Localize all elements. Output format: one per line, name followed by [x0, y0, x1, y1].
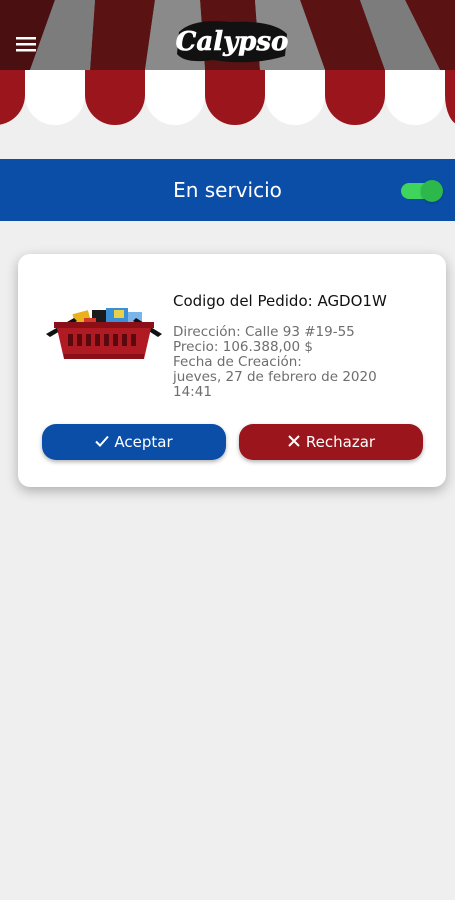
close-icon — [287, 425, 301, 447]
service-toggle[interactable] — [399, 180, 443, 202]
service-status-bar: En servicio — [0, 159, 455, 221]
check-icon — [95, 425, 110, 447]
calypso-logo: Calypso — [173, 12, 291, 70]
accept-button[interactable]: Aceptar — [42, 424, 226, 460]
toggle-knob — [421, 180, 443, 202]
order-code: Codigo del Pedido: AGDO1W — [173, 292, 387, 310]
reject-button-label: Rechazar — [305, 433, 376, 451]
order-details: Dirección: Calle 93 #19-55 Precio: 106.3… — [173, 325, 433, 400]
accept-button-label: Aceptar — [114, 433, 173, 451]
order-address: Dirección: Calle 93 #19-55 — [173, 324, 355, 340]
order-created-label: Fecha de Creación: — [173, 354, 302, 370]
shopping-basket-icon — [44, 304, 164, 366]
logo-text: Calypso — [176, 27, 289, 57]
order-price: Precio: 106.388,00 $ — [173, 339, 313, 355]
reject-button[interactable]: Rechazar — [239, 424, 423, 460]
order-created-time: 14:41 — [173, 384, 212, 400]
service-status-label: En servicio — [173, 178, 282, 202]
order-card: Codigo del Pedido: AGDO1W Dirección: Cal… — [18, 254, 446, 487]
hamburger-menu-icon[interactable] — [16, 35, 38, 53]
order-created-date: jueves, 27 de febrero de 2020 — [173, 369, 377, 385]
app-header: Calypso — [0, 0, 455, 130]
